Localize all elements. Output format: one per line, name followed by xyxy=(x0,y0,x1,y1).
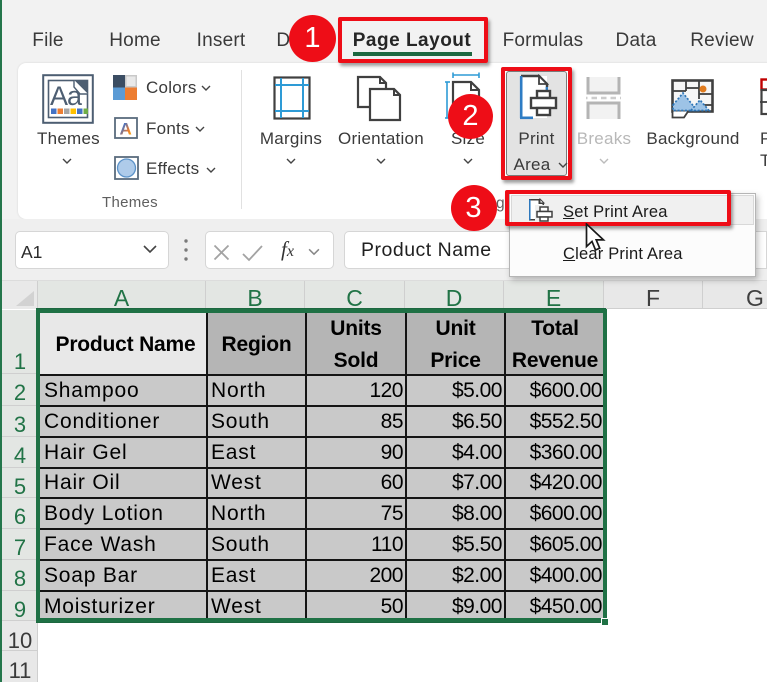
svg-text:A: A xyxy=(120,120,132,139)
svg-text:Aa: Aa xyxy=(50,81,83,111)
